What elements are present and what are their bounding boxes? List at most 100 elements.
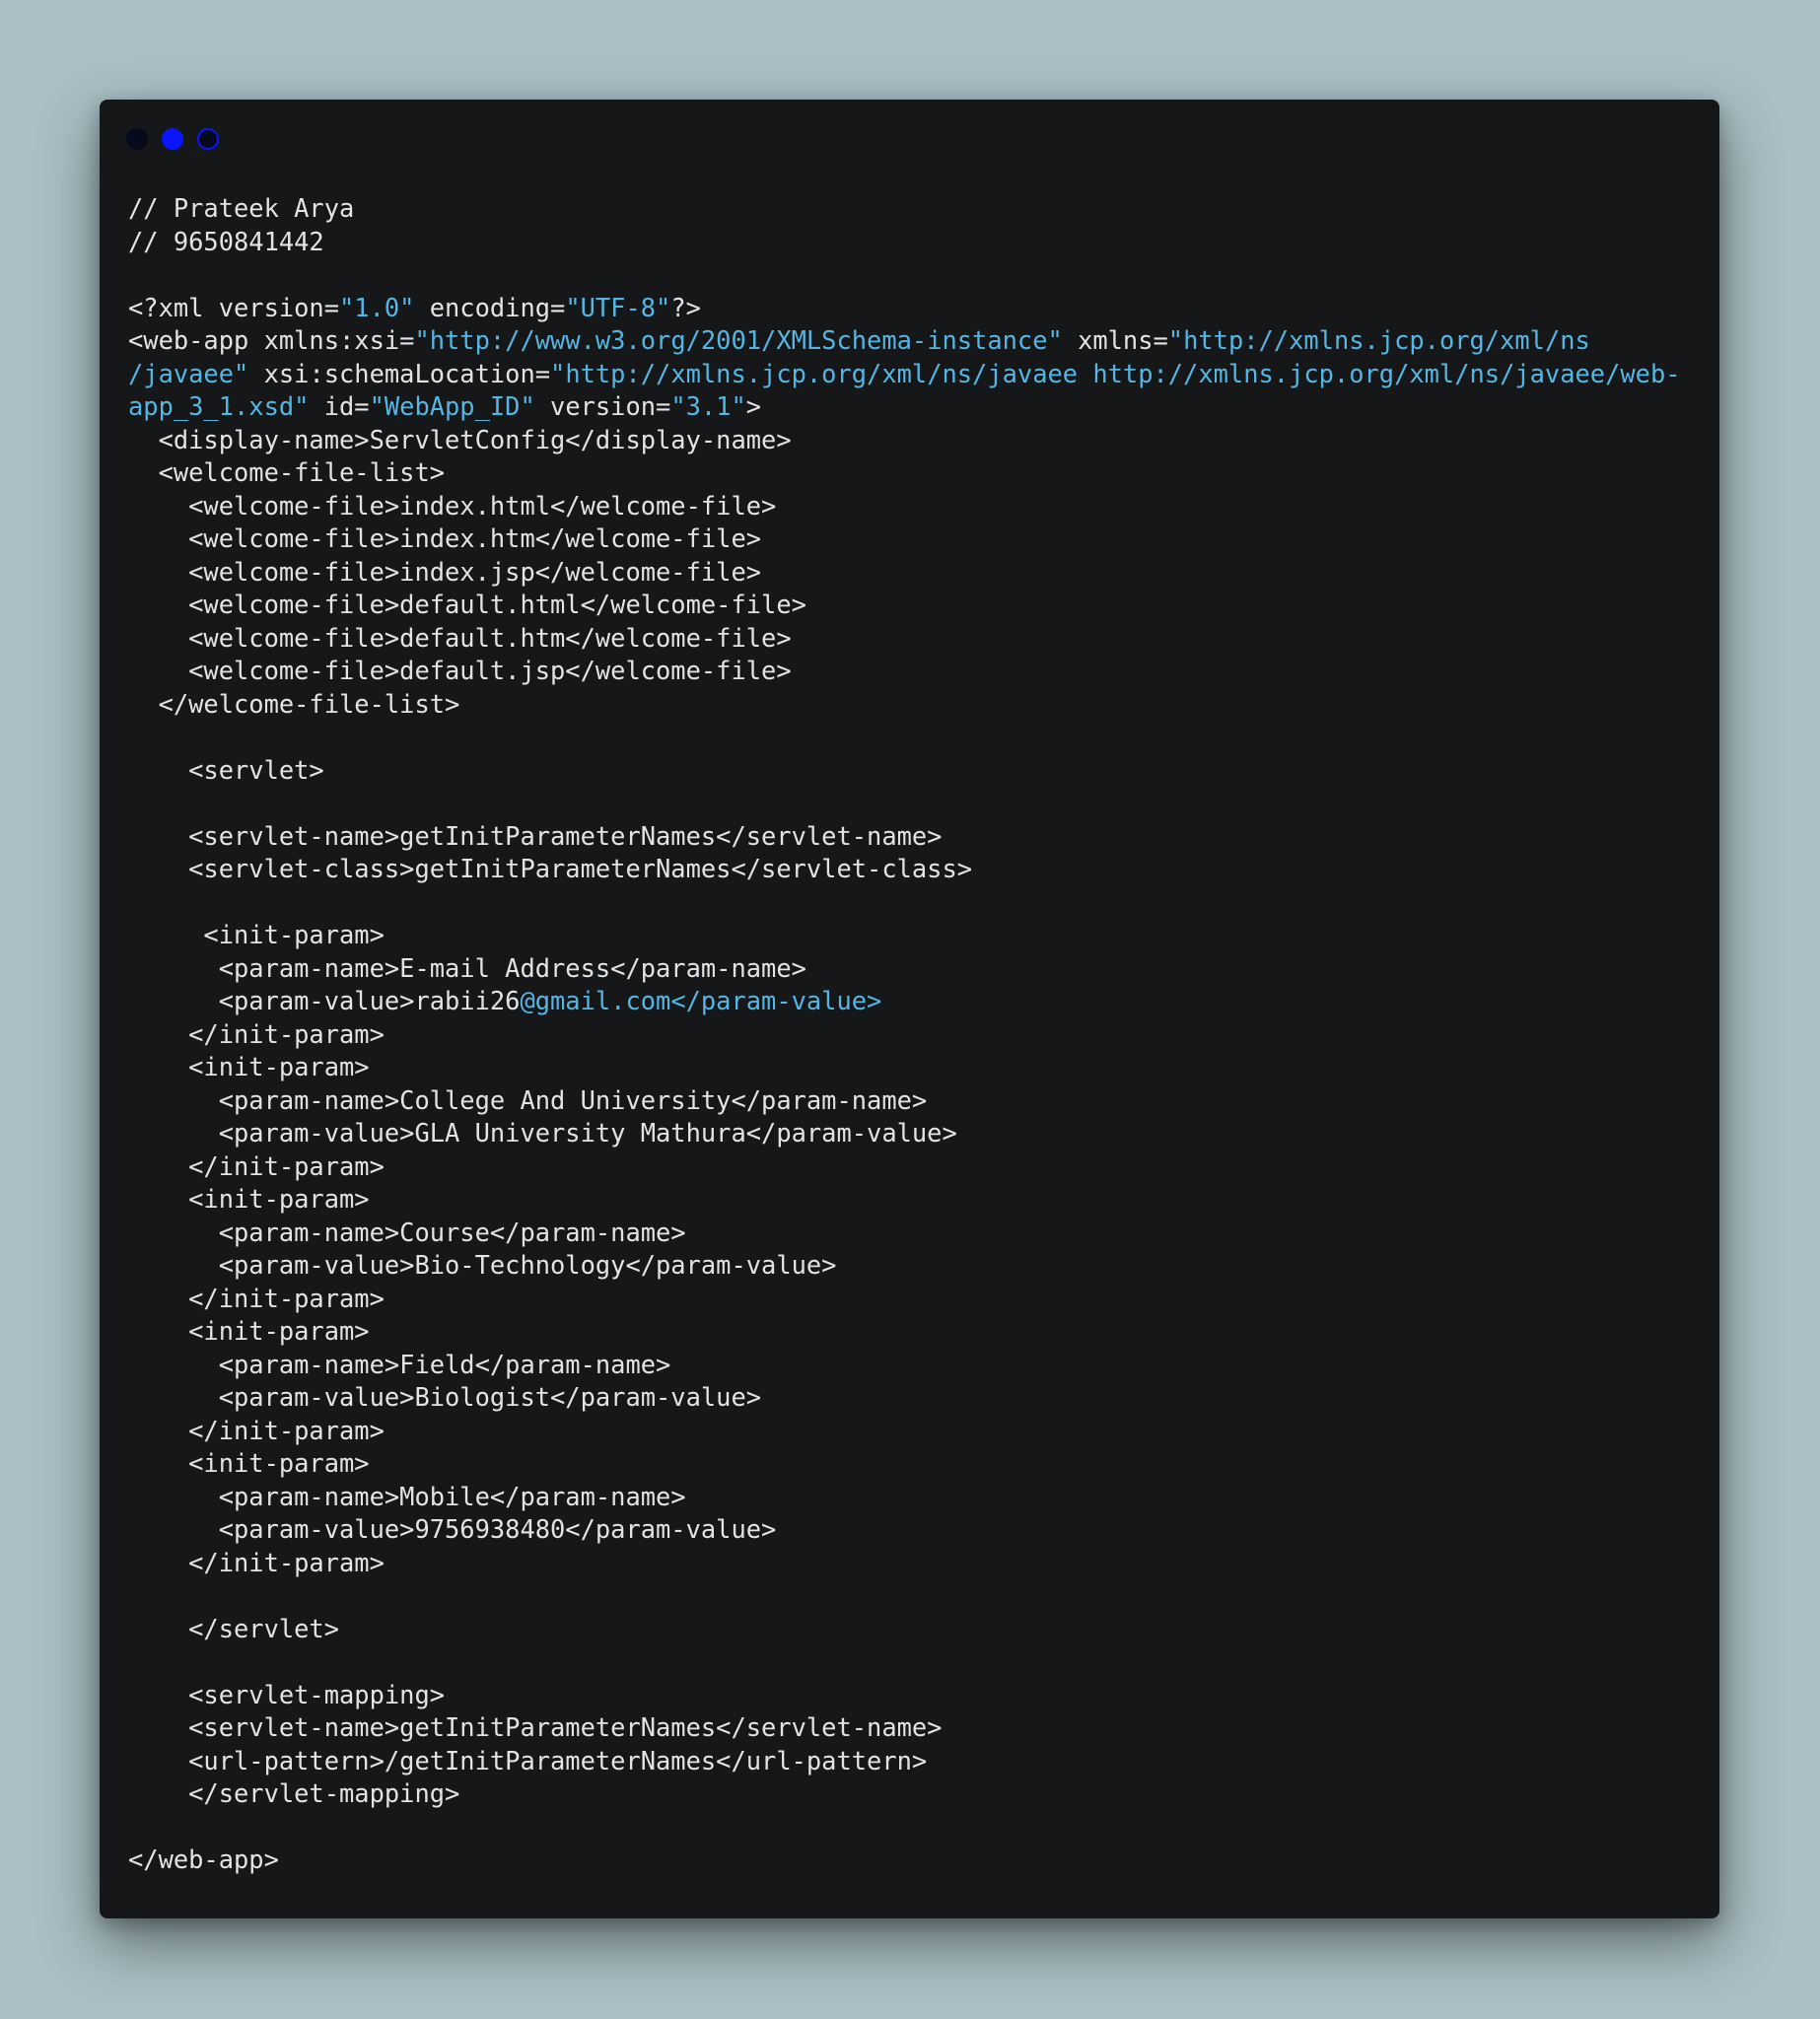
code-line: </init-param> — [128, 1283, 1680, 1316]
code-line: </servlet> — [128, 1613, 1680, 1646]
code-token: id= — [309, 391, 370, 421]
code-line: <param-value>Biologist</param-value> — [128, 1381, 1680, 1415]
code-line: <param-value>9756938480</param-value> — [128, 1513, 1680, 1547]
code-line: // Prateek Arya — [128, 192, 1680, 226]
code-string-token: "http://www.w3.org/2001/XMLSchema-instan… — [414, 325, 1063, 355]
code-line: <init-param> — [128, 1051, 1680, 1084]
code-token: <servlet> — [128, 754, 324, 785]
code-string-token: "http://xmlns.jcp.org/xml/ns — [1167, 325, 1590, 355]
code-token: <init-param> — [128, 1316, 370, 1346]
code-line: <welcome-file>index.jsp</welcome-file> — [128, 556, 1680, 590]
code-line: <welcome-file-list> — [128, 456, 1680, 490]
maximize-icon[interactable] — [197, 128, 219, 150]
code-token: version= — [534, 391, 671, 421]
code-line: </init-param> — [128, 1415, 1680, 1448]
code-token: <welcome-file>default.jsp</welcome-file> — [128, 656, 792, 685]
code-token: <url-pattern>/getInitParameterNames</url… — [128, 1745, 928, 1775]
code-line: <welcome-file>index.htm</welcome-file> — [128, 522, 1680, 556]
code-line: <param-name>Field</param-name> — [128, 1349, 1680, 1382]
code-line: <servlet-name>getInitParameterNames</ser… — [128, 1711, 1680, 1745]
code-token: <servlet-class>getInitParameterNames</se… — [128, 854, 973, 883]
code-token: ?> — [670, 292, 701, 322]
code-token: <param-value>Biologist</param-value> — [128, 1382, 762, 1412]
code-window: // Prateek Arya// 9650841442 <?xml versio… — [100, 100, 1719, 1918]
code-string-token: "1.0" — [339, 292, 415, 322]
code-token: <welcome-file>default.htm</welcome-file> — [128, 622, 792, 653]
code-line: <url-pattern>/getInitParameterNames</url… — [128, 1745, 1680, 1778]
code-line: </init-param> — [128, 1018, 1680, 1052]
code-token: <param-name>Course</param-name> — [128, 1217, 686, 1247]
code-string-token: /javaee" — [128, 358, 249, 388]
code-token: <?xml version= — [128, 292, 340, 322]
code-token: </web-app> — [128, 1845, 279, 1874]
code-string-token: "3.1" — [670, 391, 746, 421]
code-token: <display-name>ServletConfig</display-nam… — [128, 424, 792, 454]
code-line: <welcome-file>index.html</welcome-file> — [128, 490, 1680, 523]
code-token: > — [745, 391, 762, 421]
code-line: <?xml version="1.0" encoding="UTF-8"?> — [128, 292, 1680, 325]
code-line: <param-name>Mobile</param-name> — [128, 1481, 1680, 1514]
code-token: <param-value>Bio-Technology</param-value… — [128, 1250, 837, 1280]
code-token: </servlet> — [128, 1613, 340, 1643]
code-token: </init-param> — [128, 1283, 385, 1313]
code-token: <servlet-name>getInitParameterNames</ser… — [128, 820, 943, 851]
code-line: <param-name>College And University</para… — [128, 1084, 1680, 1118]
code-token: <welcome-file>index.jsp</welcome-file> — [128, 556, 762, 587]
window-titlebar — [100, 100, 1719, 178]
code-token: <welcome-file-list> — [128, 457, 446, 487]
code-token: <welcome-file>index.html</welcome-file> — [128, 490, 777, 521]
code-line: <welcome-file>default.htm</welcome-file> — [128, 622, 1680, 656]
code-line: <param-name>Course</param-name> — [128, 1217, 1680, 1250]
code-string-token: @gmail.com</param-value> — [520, 986, 882, 1015]
code-line: /javaee" xsi:schemaLocation="http://xmln… — [128, 358, 1681, 391]
code-line: <param-name>E-mail Address</param-name> — [128, 952, 1680, 986]
code-line: </web-app> — [128, 1844, 1680, 1877]
minimize-icon[interactable] — [162, 128, 183, 150]
code-token: <param-name>Mobile</param-name> — [128, 1481, 686, 1511]
code-token: </servlet-mapping> — [128, 1778, 460, 1808]
code-token: encoding= — [414, 292, 566, 322]
code-token: <param-name>Field</param-name> — [128, 1349, 671, 1379]
code-line: </servlet-mapping> — [128, 1777, 1680, 1811]
code-token: <param-name>E-mail Address</param-name> — [128, 952, 806, 983]
code-line: <init-param> — [128, 1447, 1680, 1481]
code-token: // 9650841442 — [128, 226, 324, 256]
code-line: <init-param> — [128, 1183, 1680, 1217]
code-token: </init-param> — [128, 1547, 385, 1577]
code-token: <servlet-mapping> — [128, 1679, 446, 1709]
code-token: <servlet-name>getInitParameterNames</ser… — [128, 1712, 943, 1742]
code-line: <servlet-class>getInitParameterNames</se… — [128, 853, 1680, 886]
code-line: <param-value>rabii26@gmail.com</param-va… — [128, 985, 1680, 1018]
code-token: </init-param> — [128, 1415, 385, 1445]
code-line: <init-param> — [128, 919, 1680, 952]
code-string-token: app_3_1.xsd" — [128, 391, 310, 421]
code-line: <web-app xmlns:xsi="http://www.w3.org/20… — [128, 324, 1680, 358]
code-string-token: "http://xmlns.jcp.org/xml/ns/javaee http… — [550, 358, 1681, 388]
code-line: <init-param> — [128, 1315, 1680, 1349]
code-token: <param-value>rabii26 — [128, 986, 521, 1015]
code-line: </welcome-file-list> — [128, 688, 1680, 722]
code-token: xsi:schemaLocation= — [248, 358, 551, 388]
code-line: <param-value>Bio-Technology</param-value… — [128, 1249, 1680, 1283]
code-block: // Prateek Arya// 9650841442 <?xml versio… — [128, 192, 1681, 1877]
code-line: // 9650841442 — [128, 226, 1680, 259]
code-token: <param-value>9756938480</param-value> — [128, 1514, 777, 1544]
code-token: <param-name>College And University</para… — [128, 1084, 928, 1115]
code-token: xmlns= — [1062, 325, 1168, 355]
code-line: <welcome-file>default.html</welcome-file… — [128, 589, 1680, 622]
code-token: </init-param> — [128, 1018, 385, 1049]
code-token: <init-param> — [128, 920, 385, 949]
code-token: // Prateek Arya — [128, 193, 355, 223]
code-line: <servlet> — [128, 754, 1680, 788]
code-line: <welcome-file>default.jsp</welcome-file> — [128, 655, 1680, 688]
code-line: <display-name>ServletConfig</display-nam… — [128, 424, 1680, 457]
close-icon[interactable] — [126, 128, 148, 150]
code-string-token: "UTF-8" — [565, 292, 671, 322]
code-line: <servlet-name>getInitParameterNames</ser… — [128, 820, 1680, 854]
